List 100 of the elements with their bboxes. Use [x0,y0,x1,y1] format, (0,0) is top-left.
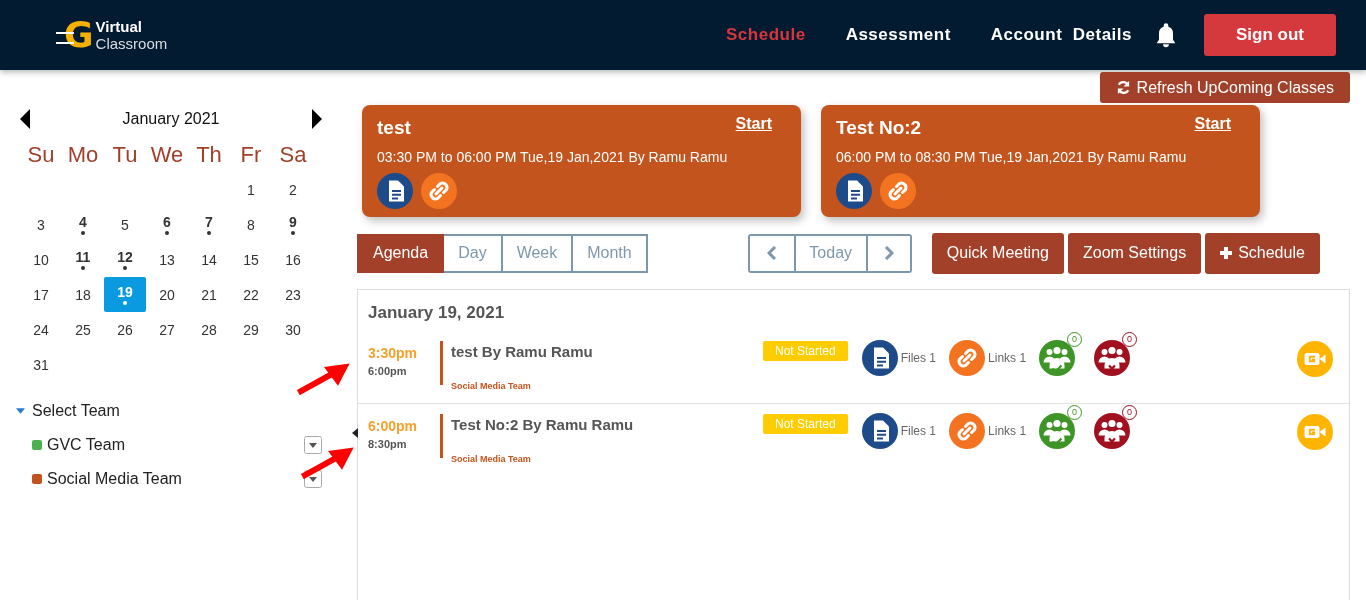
calendar-day[interactable]: 23 [272,277,314,312]
calendar-day[interactable]: 27 [146,312,188,347]
action-button[interactable]: Quick Meeting [931,232,1064,274]
weekday-label: Fr [239,141,263,169]
chevron-left-icon [766,246,777,260]
calendar-day[interactable]: 26 [104,312,146,347]
month-title: January 2021 [122,110,220,128]
calendar-day[interactable]: 7 [188,207,230,242]
agenda-row[interactable]: 6:00pm 8:30pm Test No:2 By Ramu Ramu Social Media Team Not Started Files 1 Links 1 0 0 [358,404,1349,476]
count-badge: 0 [1122,332,1138,347]
calendar-day[interactable]: 8 [230,207,272,242]
calendar-day[interactable]: 16 [272,242,314,277]
link-icon[interactable] [880,173,916,209]
count-badge: 0 [1067,332,1083,347]
link-icon[interactable] [949,413,986,449]
document-icon[interactable] [861,340,898,376]
class-title: Test No:2 [836,117,922,139]
nav-link[interactable]: Assessment [845,25,951,45]
sign-out-button[interactable]: Sign out [1204,14,1336,56]
team-heading: Select Team [32,402,120,420]
calendar-day[interactable]: 20 [146,277,188,312]
calendar-day[interactable]: 14 [188,242,230,277]
calendar-day[interactable]: 2 [272,172,314,207]
nav-link[interactable]: Account Details [990,25,1132,45]
logo-subtext: Classroom [95,35,168,52]
add-schedule-button[interactable]: Schedule [1205,232,1320,274]
previous-month-icon[interactable] [20,109,30,129]
agenda-row[interactable]: 3:30pm 6:00pm test By Ramu Ramu Social Media Team Not Started Files 1 Links 1 0 0 [358,331,1349,404]
calendar-day[interactable]: 22 [230,277,272,312]
weekday-label: Tu [111,141,139,169]
team-name: Social Media Team [47,470,183,488]
people-declined-icon[interactable] [1094,413,1131,449]
end-time: 6:00pm [368,365,408,377]
next-month-icon[interactable] [312,109,322,129]
calendar-day[interactable]: 15 [230,242,272,277]
people-declined-icon[interactable] [1094,340,1131,376]
start-link[interactable]: Start [1194,115,1231,139]
refresh-icon [1115,80,1131,95]
end-time: 8:30pm [368,438,408,450]
class-details: 06:00 PM to 08:30 PM Tue,19 Jan,2021 By Ramu Ramu [836,149,1188,165]
calendar-day[interactable]: 13 [146,242,188,277]
calendar-day[interactable]: 29 [230,312,272,347]
calendar-day[interactable]: 5 [104,207,146,242]
weekday-label: Su [26,141,56,169]
team-label: Social Media Team [451,381,532,391]
refresh-button[interactable]: Refresh UpComing Classes [1099,72,1350,103]
status-badge: Not Started [763,341,848,361]
document-icon[interactable] [861,413,898,449]
files-label: Files 1 [900,351,937,365]
count-badge: 0 [1067,405,1083,420]
document-icon[interactable] [377,173,413,209]
links-label: Links 1 [988,424,1027,438]
nav-link[interactable]: Schedule [726,25,806,45]
calendar-day[interactable]: 10 [20,242,62,277]
plus-icon [1220,247,1233,259]
calendar-day[interactable]: 3 [20,207,62,242]
start-time: 6:00pm [368,418,419,434]
people-accepted-icon[interactable] [1039,413,1076,449]
weekday-label: Sa [278,141,308,169]
calendar-day[interactable]: 11 [62,242,104,277]
link-icon[interactable] [421,173,457,209]
action-button[interactable]: Zoom Settings [1067,232,1202,274]
calendar-day[interactable]: 31 [20,347,62,382]
weekday-label: We [149,141,185,169]
count-badge: 0 [1122,405,1138,420]
people-accepted-icon[interactable] [1039,340,1076,376]
weekday-label: Th [195,141,223,169]
calendar-day[interactable]: 30 [272,312,314,347]
agenda-date: January 19, 2021 [367,302,506,324]
calendar-day[interactable]: 1 [230,172,272,207]
calendar-day[interactable]: 9 [272,207,314,242]
link-icon[interactable] [949,340,986,376]
logo-text: Virtual [95,18,143,35]
document-icon[interactable] [836,173,872,209]
caret-icon[interactable] [16,408,25,414]
calendar-day[interactable]: 17 [20,277,62,312]
event-title: test By Ramu Ramu [451,343,594,360]
links-label: Links 1 [988,351,1027,365]
calendar-day[interactable]: 24 [20,312,62,347]
class-title: test [377,117,411,139]
start-time: 3:30pm [368,345,419,361]
calendar-day[interactable]: 4 [62,207,104,242]
dropdown-icon[interactable] [304,436,322,454]
status-badge: Not Started [763,414,848,434]
calendar-day[interactable]: 25 [62,312,104,347]
calendar-day[interactable]: 28 [188,312,230,347]
calendar-day[interactable]: 18 [62,277,104,312]
view-tab[interactable]: Agenda [357,233,445,273]
collapse-icon[interactable] [352,428,358,438]
weekday-label: Mo [66,141,100,169]
chevron-right-icon [883,246,894,260]
start-link[interactable]: Start [735,115,772,139]
calendar-day[interactable]: 12 [104,242,146,277]
calendar-day[interactable]: 6 [146,207,188,242]
team-label: Social Media Team [451,454,532,464]
event-title: Test No:2 By Ramu Ramu [451,416,635,433]
calendar-day[interactable]: 21 [188,277,230,312]
team-name: GVC Team [47,436,126,454]
files-label: Files 1 [900,424,937,438]
next-button[interactable] [865,235,910,271]
